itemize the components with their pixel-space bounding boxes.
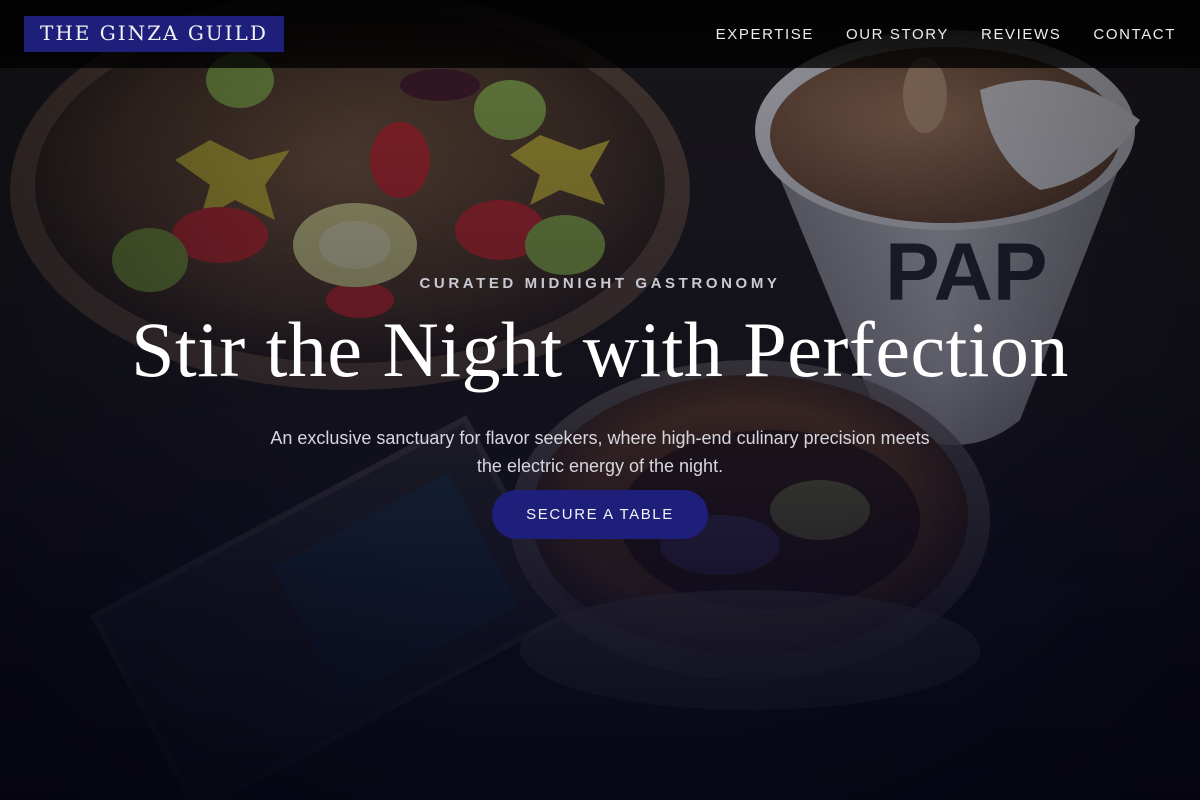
hero-headline: Stir the Night with Perfection: [131, 306, 1069, 393]
hero-eyebrow: CURATED MIDNIGHT GASTRONOMY: [419, 275, 781, 292]
secure-table-button[interactable]: SECURE A TABLE: [492, 490, 708, 539]
hero-subtext: An exclusive sanctuary for flavor seeker…: [270, 428, 930, 476]
hero-section: CURATED MIDNIGHT GASTRONOMY Stir the Nig…: [0, 0, 1200, 800]
